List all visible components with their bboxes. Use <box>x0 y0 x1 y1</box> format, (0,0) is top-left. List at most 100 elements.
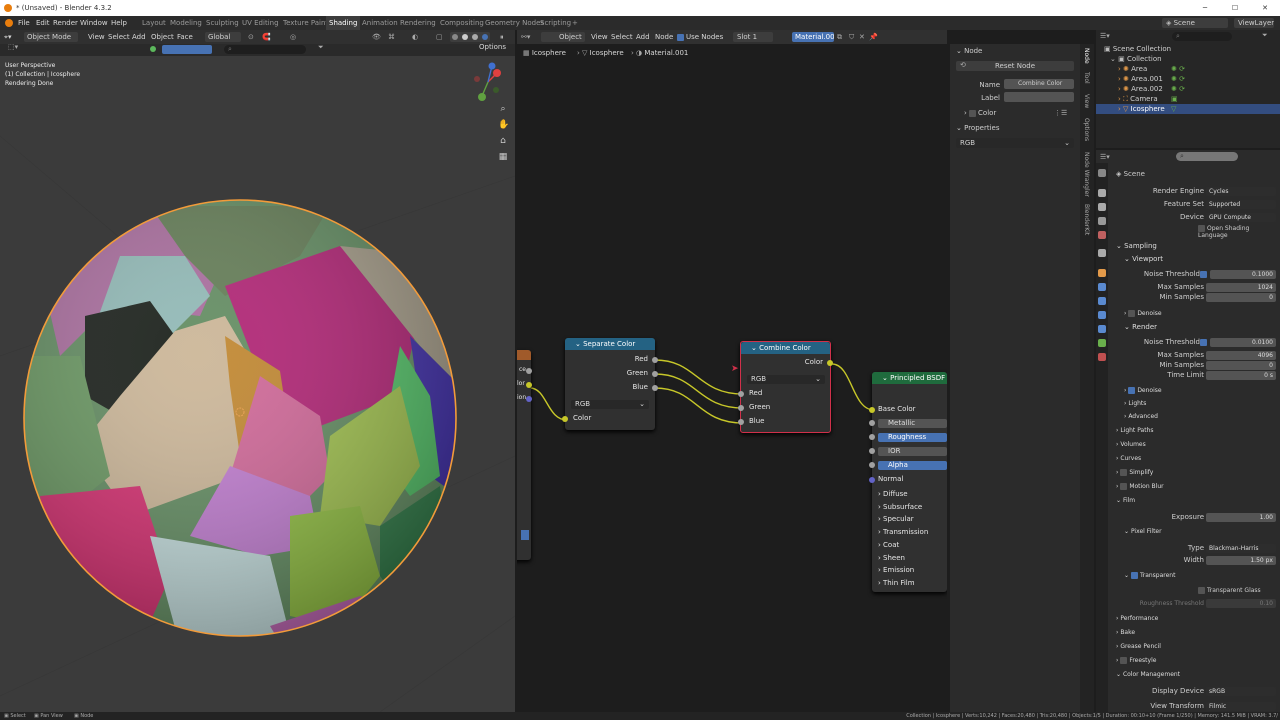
separate-color-node[interactable]: ⌄ Separate Color Red Green Blue RGB ⌄ Col… <box>562 338 658 430</box>
transparent-subpanel[interactable]: ⌄ Transparent <box>1124 572 1175 579</box>
advanced-subpanel[interactable]: › Advanced <box>1124 413 1158 420</box>
tab-compositing[interactable]: Compositing <box>440 16 484 30</box>
collapse-icon[interactable]: ⌄ <box>751 344 759 352</box>
node-socket[interactable] <box>526 382 532 388</box>
viewport-search-input[interactable]: ⌕ <box>224 45 306 54</box>
menu-select[interactable]: Select <box>108 30 130 44</box>
properties-editor-icon[interactable]: ☰▾ <box>1100 153 1110 161</box>
tab-layout[interactable]: Layout <box>142 16 166 30</box>
input-base-color-socket[interactable] <box>869 407 875 413</box>
menu-object[interactable]: Object <box>151 30 174 44</box>
simplify-panel[interactable]: › Simplify <box>1116 469 1153 476</box>
outliner-item-selected[interactable]: › ▽ Icosphere ▽ <box>1096 104 1280 114</box>
grid-icon[interactable]: ▦ <box>498 152 508 162</box>
node-label-field[interactable] <box>1004 92 1074 102</box>
scene-tab-icon[interactable] <box>1098 231 1106 239</box>
viewport-subpanel[interactable]: ⌄ Viewport <box>1124 255 1163 263</box>
transparent-glass-checkbox[interactable]: Transparent Glass <box>1198 587 1261 594</box>
motion-blur-panel[interactable]: › Motion Blur <box>1116 483 1164 490</box>
tool-tab-icon[interactable] <box>1098 169 1106 177</box>
pin-icon[interactable]: 📌 <box>869 30 878 44</box>
menu-select[interactable]: Select <box>611 30 633 44</box>
render-engine-dropdown[interactable]: Cycles <box>1206 187 1276 196</box>
outliner-item[interactable]: ⌄ ▣ Collection <box>1096 54 1280 64</box>
output-red-socket[interactable] <box>652 357 658 363</box>
outliner-editor-icon[interactable]: ☰▾ <box>1100 32 1110 40</box>
tab-view[interactable]: View <box>1083 94 1090 108</box>
reset-node-button[interactable]: Reset Node <box>956 61 1074 71</box>
noise-checkbox[interactable] <box>1200 339 1207 346</box>
editor-type-icon[interactable]: ⌖▾ <box>4 30 11 44</box>
use-nodes-checkbox[interactable]: Use Nodes <box>677 30 723 44</box>
tab-node-wrangler[interactable]: Node Wrangler <box>1083 152 1090 197</box>
color-subpanel[interactable]: › Color <box>964 109 996 117</box>
output-blue-socket[interactable] <box>652 385 658 391</box>
node-socket[interactable] <box>526 368 532 374</box>
shader-type-selector[interactable]: Object <box>541 32 585 42</box>
properties-search-input[interactable]: ⌕ <box>1176 152 1238 161</box>
principled-bsdf-header[interactable]: ⌄ Principled BSDF <box>872 372 947 384</box>
modifier-tab-icon[interactable] <box>1098 283 1106 291</box>
input-green-socket[interactable] <box>738 405 744 411</box>
menu-render[interactable]: Render <box>53 16 78 30</box>
unlink-icon[interactable]: ✕ <box>859 30 865 44</box>
menu-face[interactable]: Face <box>177 30 193 44</box>
filter-type-dropdown[interactable]: Blackman-Harris <box>1206 544 1276 553</box>
tab-geometry-nodes[interactable]: Geometry Nodes <box>485 16 544 30</box>
panel-specular[interactable]: › Specular <box>878 513 928 526</box>
ior-field[interactable]: IOR <box>878 447 947 456</box>
performance-panel[interactable]: › Performance <box>1116 615 1158 622</box>
minimize-icon[interactable]: ─ <box>1190 0 1220 16</box>
scene-selector[interactable]: ◈ Scene <box>1162 18 1228 28</box>
menu-view[interactable]: View <box>88 30 105 44</box>
bake-panel[interactable]: › Bake <box>1116 629 1135 636</box>
orientation-selector[interactable]: Global <box>205 32 241 42</box>
zoom-icon[interactable]: ⌕ <box>498 104 508 114</box>
view-transform-dropdown[interactable]: Filmic <box>1206 702 1276 711</box>
filter-icon[interactable]: ⏷ <box>1262 31 1268 40</box>
slot-selector[interactable]: Slot 1 <box>733 32 773 42</box>
film-panel[interactable]: ⌄ Film <box>1116 497 1135 504</box>
3d-viewport[interactable]: User Perspective (1) Collection | Icosph… <box>0 56 515 712</box>
color-mode-dropdown[interactable]: RGB ⌄ <box>956 138 1074 148</box>
shader-node-editor[interactable]: ce lor ion ⌄ Separate Color Red Green Bl… <box>517 44 947 712</box>
list-icon[interactable]: ⋮☰ <box>1054 109 1067 117</box>
outliner-search-input[interactable]: ⌕ <box>1172 32 1232 41</box>
filter-icon[interactable]: ⏷ <box>318 43 324 52</box>
shading-mode-buttons[interactable] <box>450 32 490 42</box>
xray-icon[interactable]: ▢ <box>436 30 443 44</box>
panel-diffuse[interactable]: › Diffuse <box>878 488 928 501</box>
render-tab-icon[interactable] <box>1098 189 1106 197</box>
panel-coat[interactable]: › Coat <box>878 539 928 552</box>
time-limit-field[interactable]: 0 s <box>1206 371 1276 380</box>
outliner-item[interactable]: › ✺ Area.002 ✺ ⟳ <box>1096 84 1280 94</box>
gizmo-icon[interactable]: ⌘ <box>388 30 395 44</box>
outliner-item[interactable]: › ✺ Area.001 ✺ ⟳ <box>1096 74 1280 84</box>
viewport-noise-field[interactable]: 0.1000 <box>1210 270 1276 279</box>
pixel-filter-subpanel[interactable]: ⌄ Pixel Filter <box>1124 528 1162 535</box>
tab-blenderkit[interactable]: BlenderKit <box>1083 204 1090 235</box>
output-green-socket[interactable] <box>652 371 658 377</box>
roughness-field[interactable]: Roughness <box>878 433 947 442</box>
collapse-icon[interactable]: ⌄ <box>575 340 583 348</box>
combine-mode-dropdown[interactable]: RGB ⌄ <box>747 375 825 384</box>
duplicate-icon[interactable]: ⧉ <box>837 30 842 44</box>
proportional-icon[interactable]: ◎ <box>290 30 296 44</box>
select-mode-buttons[interactable] <box>162 45 212 54</box>
combine-color-node[interactable]: ⌄ Combine Color Color RGB ⌄ Red Green Blu… <box>738 341 833 433</box>
alpha-field[interactable]: Alpha <box>878 461 947 470</box>
tab-texture-paint[interactable]: Texture Paint <box>283 16 328 30</box>
data-tab-icon[interactable] <box>1098 339 1106 347</box>
properties-section-header[interactable]: ⌄ Properties <box>956 124 999 132</box>
input-roughness-socket[interactable] <box>869 434 875 440</box>
icosphere-mesh[interactable] <box>20 196 460 696</box>
render-noise-field[interactable]: 0.0100 <box>1210 338 1276 347</box>
world-tab-icon[interactable] <box>1098 249 1106 257</box>
noise-checkbox[interactable] <box>1200 271 1207 278</box>
collapse-icon[interactable]: ⌄ <box>882 374 890 382</box>
light-paths-panel[interactable]: › Light Paths <box>1116 427 1154 434</box>
tab-sculpting[interactable]: Sculpting <box>206 16 239 30</box>
metallic-field[interactable]: Metallic <box>878 419 947 428</box>
menu-window[interactable]: Window <box>80 16 108 30</box>
tab-rendering[interactable]: Rendering <box>400 16 436 30</box>
